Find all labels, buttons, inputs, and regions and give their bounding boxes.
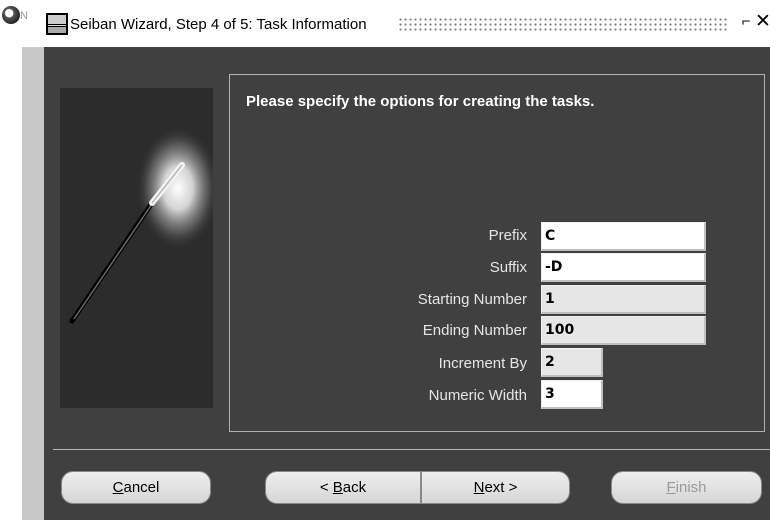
finish-button[interactable]: Finish bbox=[611, 471, 762, 504]
magic-wand-image bbox=[60, 88, 220, 408]
app-logo-icon[interactable] bbox=[2, 6, 20, 24]
back-prefix: < bbox=[319, 479, 333, 496]
next-button[interactable]: Next > bbox=[421, 471, 570, 504]
magic-wand-icon bbox=[69, 126, 220, 324]
suffix-label: Suffix bbox=[489, 259, 527, 276]
increment-by-field[interactable]: 2 bbox=[541, 348, 603, 377]
prefix-label: Prefix bbox=[488, 227, 527, 244]
app-title-fragment: N bbox=[20, 10, 28, 22]
increment-by-label: Increment By bbox=[438, 355, 527, 372]
finish-label: inish bbox=[675, 479, 707, 496]
prefix-field[interactable]: C bbox=[541, 222, 706, 251]
ending-number-field[interactable]: 100 bbox=[541, 316, 706, 345]
starting-number-label: Starting Number bbox=[417, 291, 527, 308]
next-label: ext > bbox=[484, 479, 518, 496]
next-mnemonic: N bbox=[473, 479, 485, 496]
window-frame bbox=[22, 47, 44, 520]
starting-number-field[interactable]: 1 bbox=[541, 285, 706, 314]
back-mnemonic: B bbox=[332, 479, 343, 496]
numeric-width-label: Numeric Width bbox=[428, 387, 527, 404]
window-icon bbox=[46, 13, 68, 35]
window-title: Seiban Wizard, Step 4 of 5: Task Informa… bbox=[70, 16, 367, 33]
separator-line bbox=[53, 449, 770, 450]
finish-mnemonic: F bbox=[666, 479, 676, 496]
minimize-icon[interactable]: ⌐ bbox=[738, 12, 754, 32]
suffix-field[interactable]: -D bbox=[541, 253, 706, 282]
ending-number-label: Ending Number bbox=[422, 322, 527, 339]
instructions-text: Please specify the options for creating … bbox=[246, 93, 595, 110]
cancel-label: ancel bbox=[123, 479, 160, 496]
numeric-width-field[interactable]: 3 bbox=[541, 380, 603, 409]
cancel-button[interactable]: Cancel bbox=[61, 471, 211, 504]
close-icon[interactable]: ✕ bbox=[755, 11, 770, 33]
back-label: ack bbox=[342, 479, 367, 496]
back-button[interactable]: < Back bbox=[265, 471, 421, 504]
desktop-edge bbox=[0, 47, 22, 520]
title-bar-pattern bbox=[398, 17, 728, 31]
cancel-mnemonic: C bbox=[112, 479, 124, 496]
